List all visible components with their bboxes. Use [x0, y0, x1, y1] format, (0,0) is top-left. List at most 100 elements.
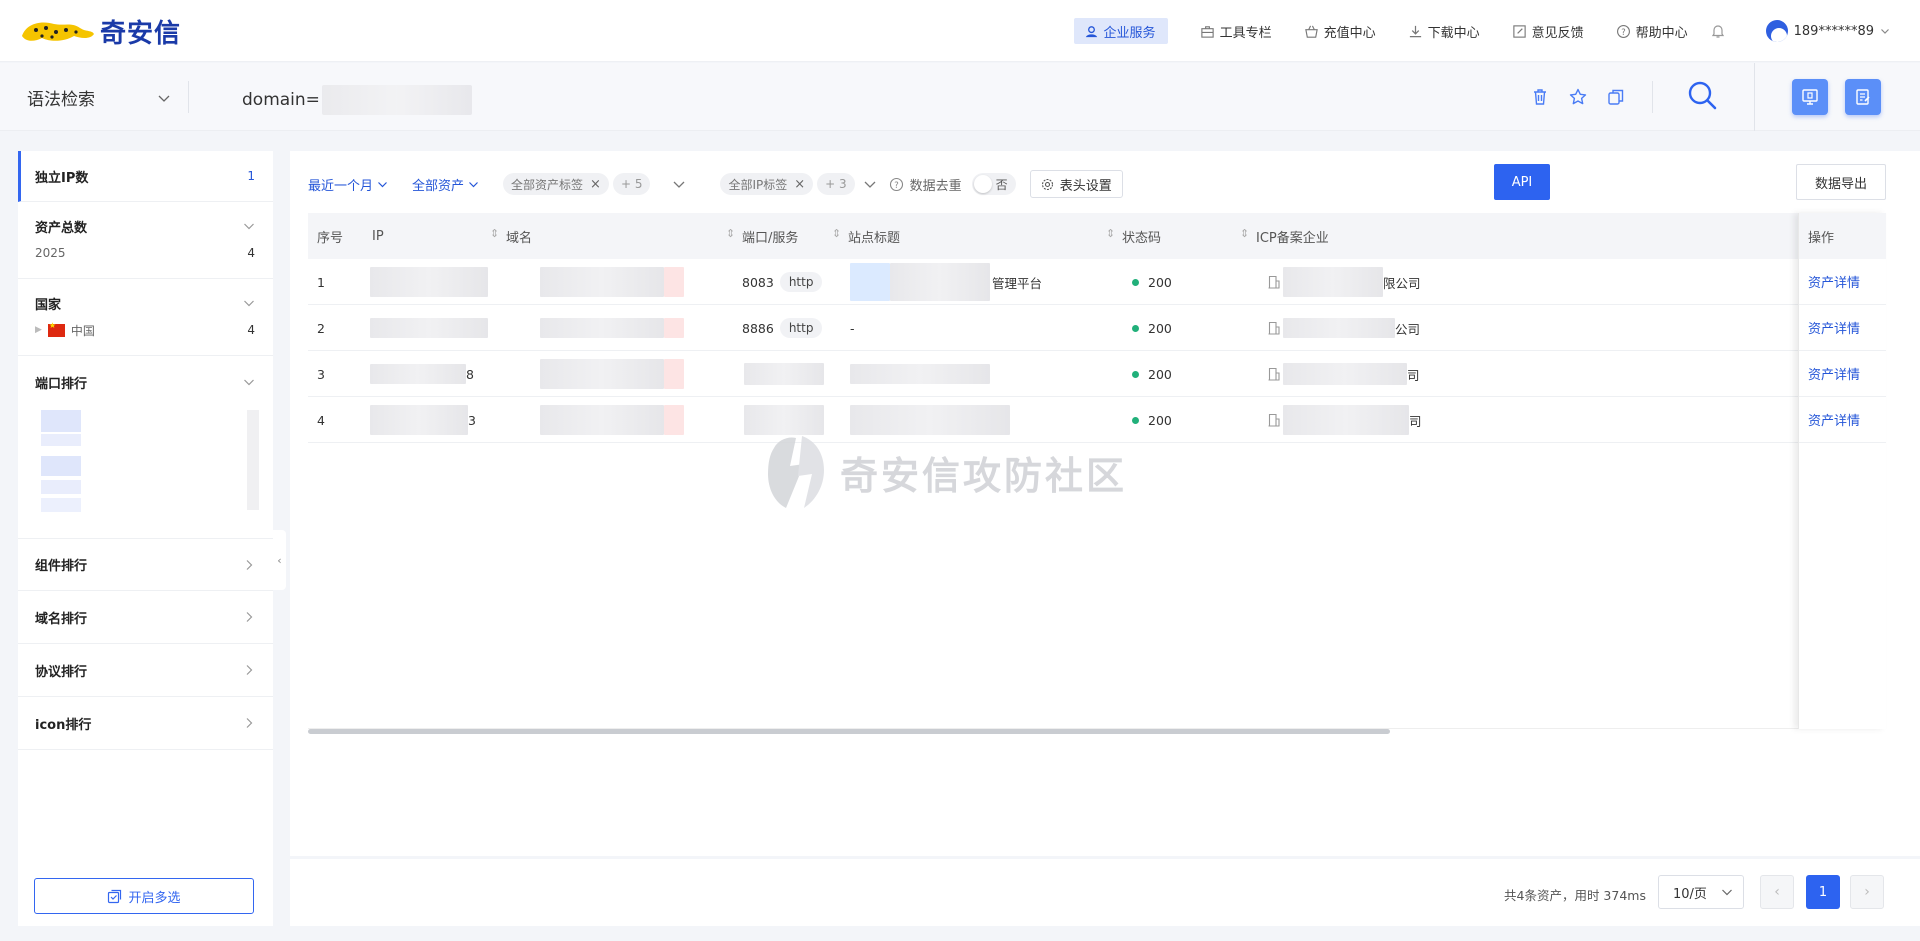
enterprise-icon [1084, 24, 1099, 39]
report-button[interactable] [1845, 79, 1881, 115]
nav-feedback[interactable]: 意见反馈 [1512, 18, 1584, 44]
divider [1754, 63, 1755, 131]
asset-scope-dropdown[interactable]: 全部资产 [412, 175, 479, 194]
asset-detail-link[interactable]: 资产详情 [1808, 272, 1860, 291]
redacted-domain [540, 405, 664, 435]
multi-select-button[interactable]: 开启多选 [34, 878, 254, 914]
redacted-port [744, 363, 824, 385]
search-icon[interactable] [1686, 79, 1718, 111]
chevron-down-icon[interactable] [243, 297, 255, 309]
dedup-switch[interactable]: 否 [971, 173, 1016, 195]
ip-tag-chip[interactable]: 全部IP标签 × [720, 173, 814, 195]
section-title: 国家 [35, 297, 62, 313]
building-icon [1268, 367, 1280, 381]
chevron-down-icon[interactable] [672, 177, 686, 191]
asset-detail-link[interactable]: 资产详情 [1808, 364, 1860, 383]
header-port[interactable]: 端口/服务 [742, 213, 798, 259]
ip-tag-more[interactable]: + 3 [817, 173, 855, 195]
header-icp[interactable]: ICP备案企业 [1256, 213, 1329, 259]
cell-index: 1 [317, 274, 325, 290]
time-range-dropdown[interactable]: 最近一个月 [308, 175, 388, 194]
sidebar-collapse-toggle[interactable]: ‹ [273, 530, 286, 590]
header-domain[interactable]: 域名 [506, 213, 532, 259]
top-nav: 企业服务 工具专栏 充值中心 下载中心 意见反馈 ? 帮助中心 189*****… [1073, 18, 1890, 44]
search-type-select[interactable]: 语法检索 [27, 85, 171, 110]
table-row[interactable]: 2 8886 http - 200 公司 [308, 305, 1886, 351]
stats-sidebar: 独立IP数 1 资产总数 2025 4 国家 ▶ 中国 [18, 151, 273, 926]
asset-tag-more[interactable]: + 5 [612, 173, 651, 195]
next-page-button[interactable]: › [1850, 875, 1884, 909]
close-icon[interactable]: × [590, 177, 601, 192]
notification-bell-icon[interactable] [1710, 23, 1726, 39]
list-item[interactable]: ▶ 中国 4 [35, 319, 255, 341]
api-button[interactable]: API [1494, 164, 1550, 200]
checkbox-copy-icon [107, 889, 122, 904]
search-actions [1530, 87, 1644, 107]
sidebar-domain-ranking[interactable]: 域名排行 [18, 591, 273, 644]
china-flag-icon [47, 321, 65, 337]
cell-title: - [850, 320, 855, 336]
cell-port: 8886 [742, 320, 774, 336]
star-icon[interactable] [1568, 87, 1588, 107]
nav-tools[interactable]: 工具专栏 [1200, 18, 1272, 44]
column-settings-button[interactable]: 表头设置 [1029, 170, 1123, 198]
chevron-down-icon[interactable] [863, 177, 877, 191]
nav-help[interactable]: ? 帮助中心 [1616, 18, 1688, 44]
cell-status: 200 [1148, 274, 1172, 290]
redacted-ip [370, 267, 488, 297]
chevron-down-icon[interactable] [243, 220, 255, 232]
sidebar-icon-ranking[interactable]: icon排行 [18, 697, 273, 750]
copy-icon[interactable] [1606, 87, 1626, 107]
close-icon[interactable]: × [794, 177, 805, 192]
resize-handle-icon[interactable]: ⇕ [490, 227, 499, 240]
page-size-select[interactable]: 10/页 [1658, 875, 1744, 909]
resize-handle-icon[interactable]: ⇕ [726, 227, 735, 240]
caret-right-icon: ▶ [35, 325, 42, 335]
asset-detail-link[interactable]: 资产详情 [1808, 410, 1860, 429]
trash-icon[interactable] [1530, 87, 1550, 107]
operations-column: 操作 资产详情 资产详情 资产详情 资产详情 [1798, 213, 1886, 729]
status-dot [1132, 416, 1139, 424]
resize-handle-icon[interactable]: ⇕ [832, 227, 841, 240]
page-number-current[interactable]: 1 [1806, 875, 1840, 909]
redacted-ip [370, 364, 466, 384]
export-button[interactable]: 数据导出 [1796, 164, 1886, 200]
horizontal-scrollbar[interactable] [308, 729, 1390, 734]
sidebar-protocol-ranking[interactable]: 协议排行 [18, 644, 273, 697]
chevron-down-icon [157, 91, 171, 105]
header-ip[interactable]: IP [372, 213, 384, 259]
brand-logo[interactable]: 奇安信 [20, 14, 181, 49]
building-icon [1268, 275, 1280, 289]
table-row[interactable]: 3 8 200 司 [308, 351, 1886, 397]
chevron-down-icon[interactable] [243, 376, 255, 388]
header-status[interactable]: 状态码 [1122, 213, 1161, 259]
chevron-left-icon: ‹ [277, 553, 282, 567]
prev-page-button[interactable]: ‹ [1760, 875, 1794, 909]
list-item[interactable]: 2025 4 [35, 242, 255, 264]
cell-icp: 公司 [1395, 321, 1421, 337]
nav-download[interactable]: 下载中心 [1408, 18, 1480, 44]
header-title[interactable]: 站点标题 [848, 213, 900, 259]
screen-view-button[interactable] [1792, 79, 1828, 115]
table-row[interactable]: 1 8083 http 管理平台 200 限公司 [308, 259, 1886, 305]
sidebar-ip-count[interactable]: 独立IP数 1 [18, 151, 273, 202]
cell-icp: 限公司 [1383, 275, 1421, 291]
asset-tag-chip[interactable]: 全部资产标签 × [503, 173, 609, 195]
nav-enterprise-service[interactable]: 企业服务 [1073, 18, 1168, 44]
filter-bar: 最近一个月 全部资产 全部资产标签 × + 5 全部IP标签 × + 3 ? 数… [308, 169, 1123, 199]
result-summary: 共4条资产，用时 374ms [1504, 888, 1646, 903]
redacted-company [1283, 363, 1407, 385]
cell-index: 3 [317, 366, 325, 382]
chevron-right-icon [243, 559, 255, 571]
svg-text:?: ? [894, 181, 899, 191]
nav-recharge[interactable]: 充值中心 [1304, 18, 1376, 44]
redacted-ip [370, 405, 468, 435]
divider [188, 81, 189, 113]
sidebar-component-ranking[interactable]: 组件排行 [18, 539, 273, 591]
search-input[interactable]: domain= [242, 85, 472, 115]
resize-handle-icon[interactable]: ⇕ [1240, 227, 1249, 240]
asset-detail-link[interactable]: 资产详情 [1808, 318, 1860, 337]
resize-handle-icon[interactable]: ⇕ [1106, 227, 1115, 240]
redacted-port-list [35, 408, 259, 538]
user-menu[interactable]: 189******89 [1765, 20, 1890, 42]
